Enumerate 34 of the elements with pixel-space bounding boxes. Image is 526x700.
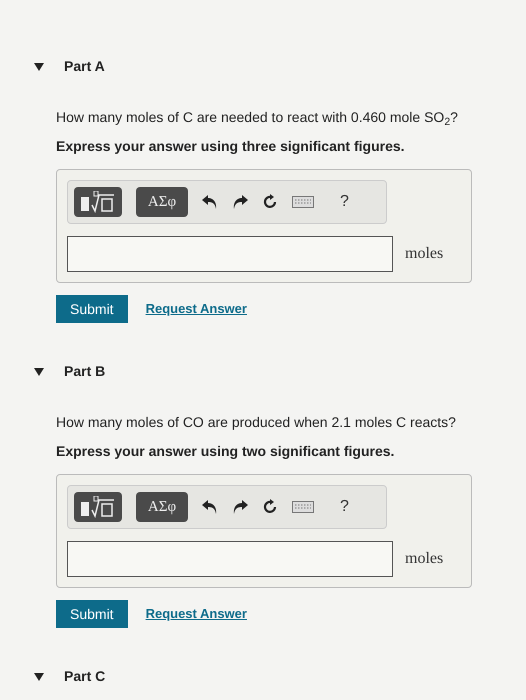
caret-icon[interactable] xyxy=(34,672,44,680)
undo-icon[interactable] xyxy=(202,500,218,514)
reset-icon[interactable] xyxy=(262,194,278,210)
symbols-button[interactable]: ΑΣφ xyxy=(136,492,188,522)
fraction-root-icon xyxy=(80,191,116,213)
template-button[interactable] xyxy=(74,492,122,522)
submit-button[interactable]: Submit xyxy=(56,600,128,628)
question-text: How many moles of C are needed to react with 0.460 mole SO$_{2}$? xyxy=(56,108,459,128)
part-title[interactable]: Part C xyxy=(64,666,106,687)
question-text: How many moles of CO are produced when 2.1 moles C reacts? xyxy=(56,413,457,432)
help-button[interactable]: ? xyxy=(340,190,349,214)
redo-icon[interactable] xyxy=(232,195,248,209)
symbols-button[interactable]: ΑΣφ xyxy=(136,187,188,217)
answer-field[interactable] xyxy=(67,236,393,272)
undo-icon[interactable] xyxy=(202,195,218,209)
keyboard-icon[interactable] xyxy=(292,196,314,208)
part-title[interactable]: Part A xyxy=(64,56,105,77)
template-button[interactable] xyxy=(74,187,122,217)
instruction-text: Express your answer using two significant figures. xyxy=(56,442,396,461)
answer-field[interactable] xyxy=(67,541,393,577)
submit-button[interactable]: Submit xyxy=(56,295,128,323)
redo-icon[interactable] xyxy=(232,500,248,514)
unit-label: moles xyxy=(405,549,444,569)
instruction-text: Express your answer using three significant figures. xyxy=(56,137,406,156)
caret-icon[interactable] xyxy=(34,62,44,70)
part-title[interactable]: Part B xyxy=(64,361,106,382)
unit-label: moles xyxy=(405,244,444,264)
request-answer-link[interactable]: Request Answer xyxy=(146,299,247,319)
keyboard-icon[interactable] xyxy=(292,501,314,513)
request-answer-link[interactable]: Request Answer xyxy=(146,604,247,624)
reset-icon[interactable] xyxy=(262,499,278,515)
caret-icon[interactable] xyxy=(34,368,44,376)
fraction-root-icon xyxy=(80,496,116,518)
help-button[interactable]: ? xyxy=(340,495,349,519)
